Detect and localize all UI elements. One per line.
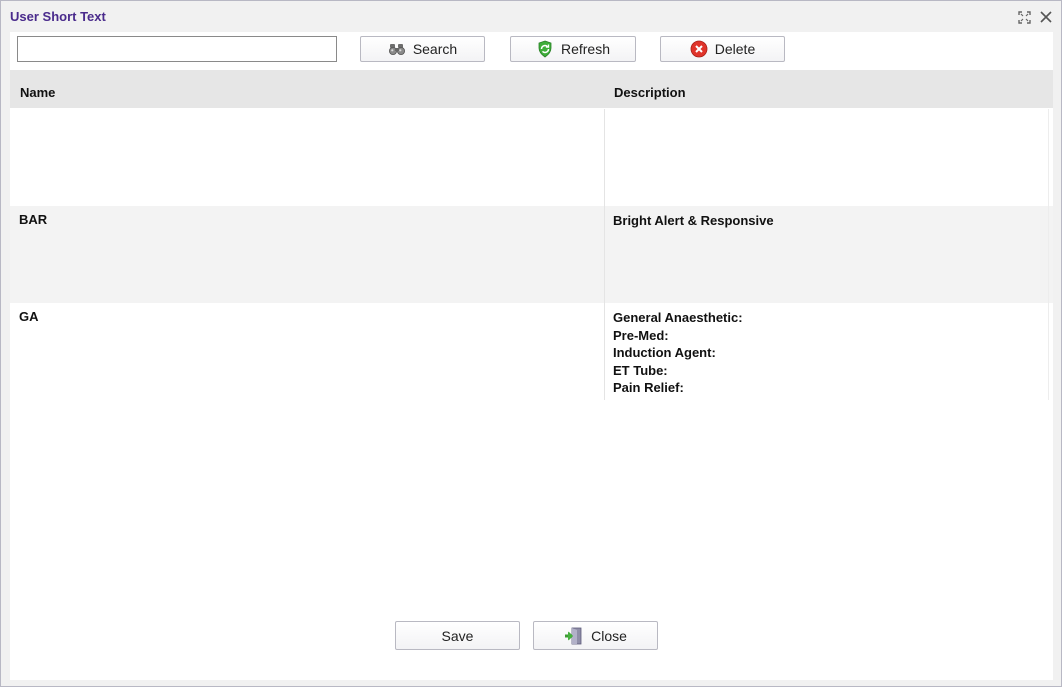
delete-button[interactable]: Delete	[660, 36, 785, 62]
table-row[interactable]: BAR Bright Alert & Responsive	[10, 206, 1053, 303]
close-button[interactable]: Close	[533, 621, 658, 650]
description-line: Pre-Med:	[613, 327, 669, 343]
refresh-shield-icon	[536, 40, 554, 58]
description-line: ET Tube:	[613, 362, 668, 378]
column-divider	[604, 109, 605, 400]
column-header-name[interactable]: Name	[20, 85, 55, 100]
user-short-text-dialog: User Short Text Search Refresh Delete Na…	[0, 0, 1062, 687]
maximize-icon[interactable]	[1015, 8, 1033, 26]
search-input[interactable]	[17, 36, 337, 62]
table-row[interactable]	[10, 109, 1053, 206]
dialog-title: User Short Text	[10, 9, 106, 24]
table-row[interactable]: GA General Anaesthetic: Pre-Med: Inducti…	[10, 303, 1053, 400]
search-button[interactable]: Search	[360, 36, 485, 62]
cell-name: GA	[19, 309, 39, 324]
cell-description: General Anaesthetic: Pre-Med: Induction …	[613, 309, 743, 397]
close-icon[interactable]	[1037, 8, 1055, 26]
save-button[interactable]: Save	[395, 621, 520, 650]
description-line: Induction Agent:	[613, 345, 716, 360]
delete-button-label: Delete	[714, 41, 756, 57]
close-button-label: Close	[591, 627, 627, 644]
search-button-label: Search	[412, 41, 458, 57]
refresh-button-label: Refresh	[560, 41, 611, 57]
grid-right-border	[1048, 109, 1049, 400]
dialog-content: Search Refresh Delete Name Description B…	[10, 32, 1053, 680]
cell-name: BAR	[19, 212, 48, 227]
title-bar: User Short Text	[1, 1, 1061, 32]
column-header-description[interactable]: Description	[614, 85, 686, 100]
delete-x-icon	[690, 40, 708, 58]
refresh-button[interactable]: Refresh	[510, 36, 636, 62]
grid-header: Name Description	[10, 70, 1053, 108]
description-line: Bright Alert & Responsive	[613, 213, 774, 228]
cell-description: Bright Alert & Responsive	[613, 212, 774, 230]
description-line: Pain Relief:	[613, 380, 684, 395]
exit-door-icon	[564, 626, 584, 646]
save-button-label: Save	[441, 627, 474, 644]
binoculars-icon	[388, 42, 406, 56]
description-line: General Anaesthetic:	[613, 310, 743, 325]
